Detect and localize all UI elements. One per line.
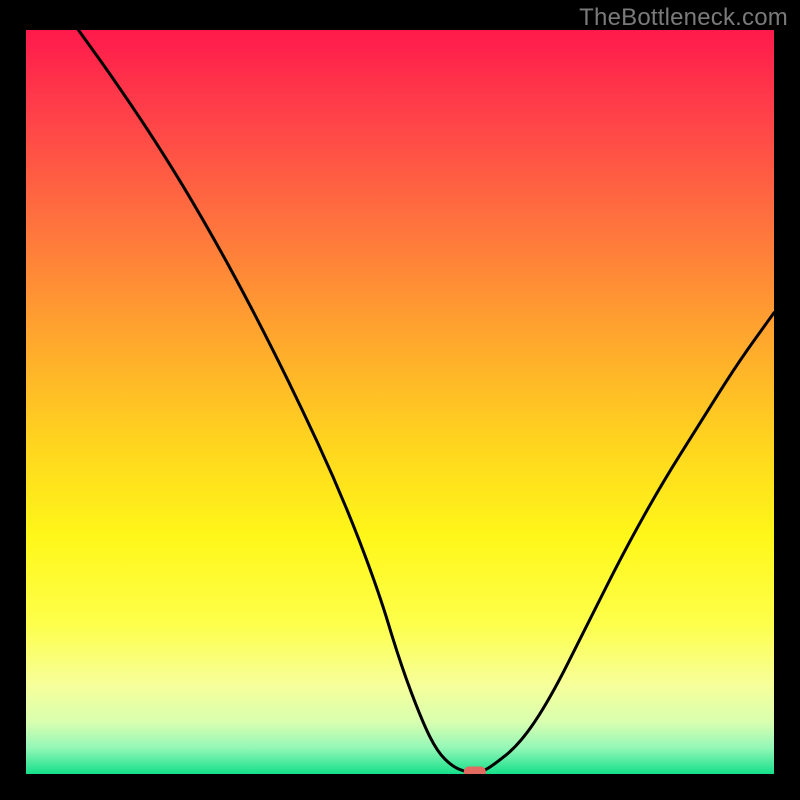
bottleneck-chart bbox=[26, 30, 774, 774]
watermark-text: TheBottleneck.com bbox=[579, 4, 788, 32]
chart-frame: TheBottleneck.com bbox=[0, 0, 800, 800]
curve-minimum-marker bbox=[464, 767, 486, 775]
